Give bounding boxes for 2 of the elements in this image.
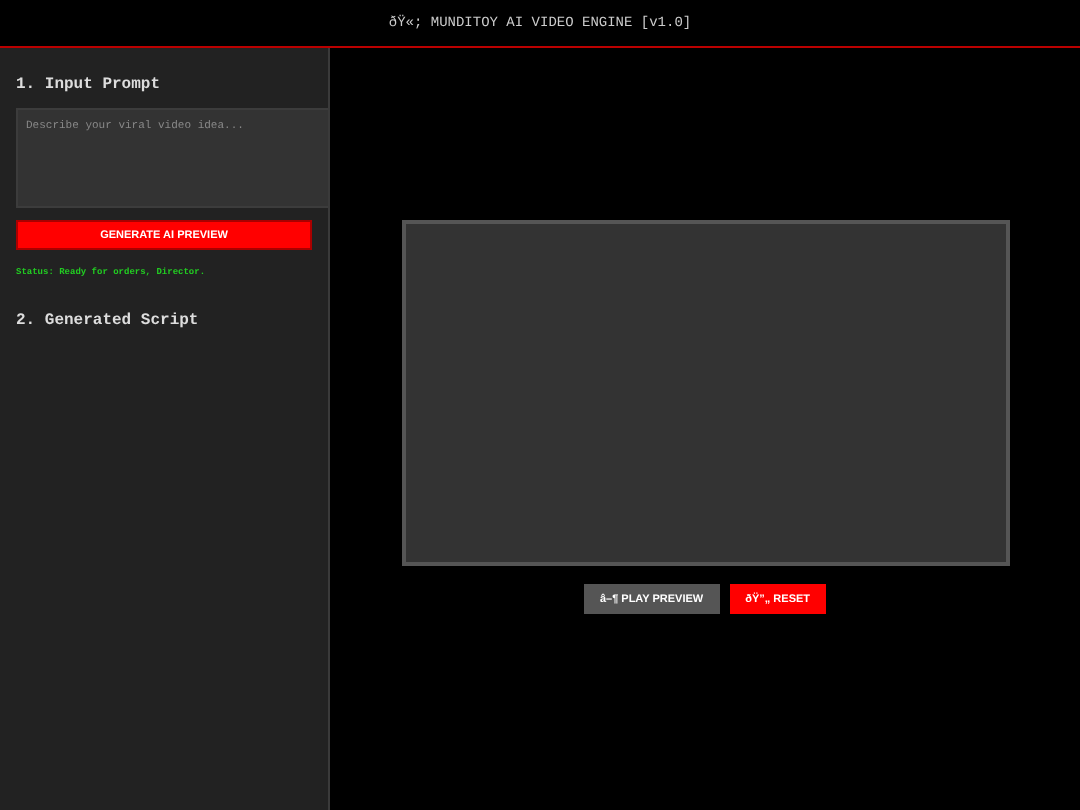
section-heading: 2. Generated Script (16, 312, 201, 330)
section-heading: 1. Input Prompt (16, 76, 163, 94)
